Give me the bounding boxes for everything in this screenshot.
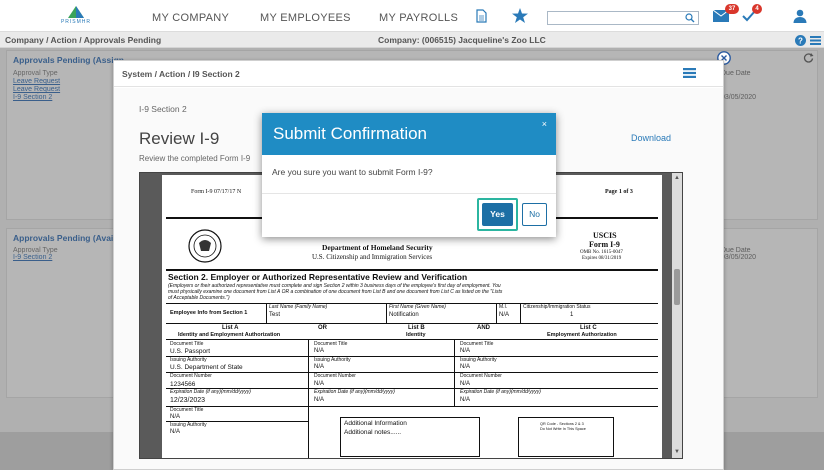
doc-na: N/A — [314, 348, 325, 354]
doc-list-b: List B — [408, 325, 425, 331]
search-input[interactable] — [547, 11, 699, 25]
doc-na: N/A — [460, 364, 471, 370]
user-icon[interactable] — [793, 9, 807, 25]
doc-issuing-label: Issuing Authority — [170, 422, 207, 428]
doc-a-number: 1234566 — [170, 381, 196, 388]
document-page: Department of Homeland Security U.S. Cit… — [162, 215, 662, 458]
doc-number-label: Document Number — [170, 373, 212, 379]
doc-form: Form I-9 — [589, 240, 620, 249]
doc-na: N/A — [314, 364, 325, 370]
doc-exp-label: Expiration Date (if any)(mm/dd/yyyy) — [170, 389, 251, 395]
doc-title-label: Document Title — [314, 341, 348, 347]
dhs-seal-icon — [188, 229, 222, 265]
doc-expires: Expires 08/31/2019 — [582, 256, 622, 261]
doc-number-label: Document Number — [460, 373, 502, 379]
review-subtitle: Review the completed Form I-9 — [139, 154, 251, 163]
doc-or: OR — [318, 325, 327, 331]
scroll-up-icon[interactable]: ▲ — [674, 175, 680, 181]
doc-mi-label: M.I. — [499, 304, 508, 310]
star-icon[interactable] — [512, 8, 528, 25]
doc-mi: N/A — [499, 312, 510, 318]
doc-exp-label: Expiration Date (if any)(mm/dd/yyyy) — [460, 389, 541, 395]
doc-status-label: Citizenship/Immigration Status — [523, 304, 591, 310]
doc-list-c: List C — [580, 325, 597, 331]
dialog-close-icon[interactable]: × — [542, 119, 547, 129]
help-icon[interactable]: ? — [795, 35, 806, 48]
submit-confirmation-dialog: Submit Confirmation × Are you sure you w… — [262, 113, 556, 237]
check-badge: 4 — [752, 4, 762, 14]
doc-issuing-label: Issuing Authority — [314, 357, 351, 363]
menu-icon[interactable] — [810, 36, 821, 47]
dialog-divider — [262, 193, 556, 194]
logo-text: PRISMHR — [60, 19, 92, 25]
breadcrumb: Company / Action / Approvals Pending — [5, 35, 162, 45]
doc-and: AND — [477, 325, 490, 331]
doc-status: 1 — [570, 312, 574, 318]
window-title: System / Action / I9 Section 2 — [122, 69, 240, 79]
nav-my-company[interactable]: MY COMPANY — [152, 12, 229, 24]
doc-emp-info-label: Employee Info from Section 1 — [170, 310, 248, 316]
doc-section-text: of Acceptable Documents.") — [168, 295, 230, 301]
svg-text:?: ? — [798, 37, 803, 46]
doc-na: N/A — [460, 397, 471, 403]
nav-my-employees[interactable]: MY EMPLOYEES — [260, 12, 351, 24]
doc-last-name-label: Last Name (Family Name) — [269, 304, 328, 310]
scroll-down-icon[interactable]: ▼ — [674, 449, 680, 455]
review-title: Review I-9 — [139, 129, 220, 148]
document-icon[interactable] — [476, 9, 487, 25]
doc-first-name-label: First Name (Given Name) — [389, 304, 446, 310]
section-label: I-9 Section 2 — [139, 104, 187, 114]
doc-exp-label: Expiration Date (if any)(mm/dd/yyyy) — [314, 389, 395, 395]
window-menu-icon[interactable] — [683, 68, 696, 80]
scrollbar-thumb[interactable] — [674, 269, 680, 305]
doc-additional-notes: Additional notes...... — [344, 429, 402, 436]
doc-issuing-label: Issuing Authority — [170, 357, 207, 363]
document-scrollbar[interactable]: ▲ ▼ — [672, 173, 682, 458]
doc-list-c-sub: Employment Authorization — [547, 332, 617, 338]
doc-department: Department of Homeland Security — [322, 243, 433, 252]
mail-badge: 37 — [725, 4, 739, 14]
doc-title-label: Document Title — [170, 407, 204, 413]
company-label: Company: (006515) Jacqueline's Zoo LLC — [378, 35, 546, 45]
window-header: System / Action / I9 Section 2 — [114, 61, 723, 87]
doc-list-b-sub: Identity — [406, 332, 426, 338]
dialog-title: Submit Confirmation — [273, 124, 428, 143]
doc-first-name: Notification — [389, 312, 419, 318]
prismhr-logo[interactable]: PRISMHR — [58, 6, 94, 30]
doc-qr-text: Do Not Write In This Space — [540, 427, 586, 431]
doc-omb: OMB No. 1615-0047 — [580, 250, 623, 255]
yes-button[interactable]: Yes — [482, 203, 513, 226]
doc-list-a-sub: Identity and Employment Authorization — [178, 332, 281, 338]
doc-additional-info-label: Additional Information — [344, 420, 407, 427]
doc-na: N/A — [314, 381, 325, 387]
dialog-message: Are you sure you want to submit Form I-9… — [272, 167, 433, 177]
doc-a-title: U.S. Passport — [170, 348, 211, 355]
doc-issuing-label: Issuing Authority — [460, 357, 497, 363]
search-icon[interactable] — [685, 13, 695, 25]
top-navigation-bar: PRISMHR MY COMPANY MY EMPLOYEES MY PAYRO… — [0, 0, 824, 32]
no-button[interactable]: No — [522, 203, 547, 226]
doc-list-a: List A — [222, 325, 239, 331]
breadcrumb-bar: Company / Action / Approvals Pending Com… — [0, 32, 824, 48]
doc-a-exp: 12/23/2023 — [170, 397, 206, 404]
doc-a-issuing: U.S. Department of State — [170, 364, 243, 371]
page-number: Page 1 of 3 — [605, 189, 633, 195]
doc-uscis: USCIS — [593, 231, 617, 240]
doc-na: N/A — [170, 429, 181, 435]
doc-na: N/A — [460, 348, 471, 354]
doc-section-title: Section 2. Employer or Authorized Repres… — [168, 272, 468, 282]
nav-my-payrolls[interactable]: MY PAYROLLS — [379, 12, 458, 24]
download-link[interactable]: Download — [631, 133, 671, 143]
doc-na: N/A — [314, 397, 325, 403]
doc-title-label: Document Title — [460, 341, 494, 347]
doc-last-name: Test — [269, 312, 281, 318]
doc-agency: U.S. Citizenship and Immigration Service… — [312, 253, 433, 261]
doc-number-label: Document Number — [314, 373, 356, 379]
form-id: Form I-9 07/17/17 N — [191, 189, 242, 195]
doc-na: N/A — [460, 381, 471, 387]
doc-na: N/A — [170, 414, 181, 420]
dialog-header: Submit Confirmation × — [262, 113, 556, 155]
doc-title-label: Document Title — [170, 341, 204, 347]
doc-qr-text: QR Code - Sections 2 & 3 — [540, 422, 584, 426]
